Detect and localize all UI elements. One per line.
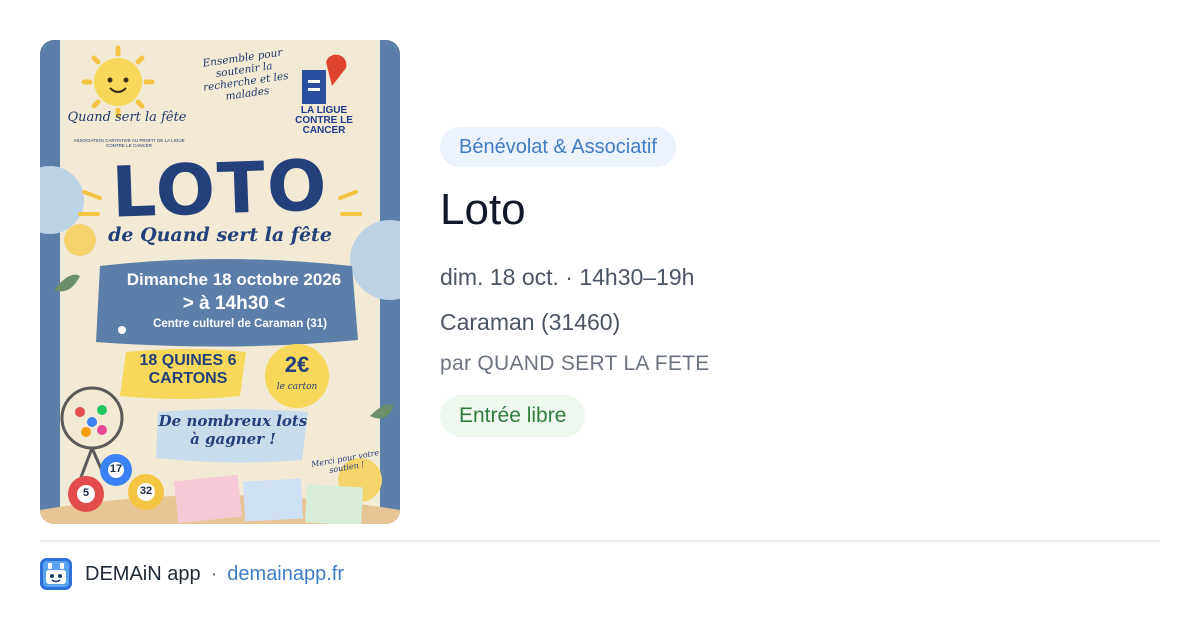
- poster-tagline: Ensemble pour soutenir la recherche et l…: [201, 46, 290, 103]
- poster-prizes: De nombreux lots à gagner !: [158, 412, 308, 448]
- event-title: Loto: [440, 185, 526, 234]
- poster-partner-logo-text: LA LIGUE CONTRE LE CANCER: [295, 105, 353, 136]
- price-badge: Entrée libre: [440, 395, 586, 437]
- poster-ball-number: 32: [139, 485, 153, 497]
- poster-date: Dimanche 18 octobre 2026: [126, 270, 342, 289]
- footer-separator: ·: [210, 562, 218, 585]
- app-name: DEMAiN app: [85, 562, 201, 585]
- footer: DEMAiN app · demainapp.fr: [40, 558, 344, 590]
- poster-time: > à 14h30 <: [182, 293, 286, 314]
- poster-thanks: Merci pour votre soutien !: [310, 448, 380, 475]
- footer-divider: [40, 540, 1160, 542]
- poster-ball-number: 5: [82, 487, 90, 499]
- app-logo-icon: [40, 558, 72, 590]
- poster-price: 2€: [284, 352, 310, 377]
- poster-association-sub: ASSOCIATION CARITATIVE AU PROFIT DE LA L…: [73, 138, 185, 148]
- category-badge[interactable]: Bénévolat & Associatif: [440, 127, 676, 167]
- event-datetime: dim. 18 oct. · 14h30–19h: [440, 264, 695, 290]
- event-organizer: par QUAND SERT LA FETE: [440, 352, 710, 375]
- poster-subtitle: de Quand sert la fête: [108, 224, 332, 246]
- event-poster-image[interactable]: Quand sert la fête ASSOCIATION CARITATIV…: [40, 40, 400, 524]
- app-website-link[interactable]: demainapp.fr: [227, 563, 344, 586]
- poster-quines: 18 QUINES 6 CARTONS: [139, 352, 237, 387]
- poster-place: Centre culturel de Caraman (31): [153, 318, 327, 330]
- poster-price-unit: le carton: [276, 382, 318, 392]
- poster-association-name: Quand sert la fête: [67, 110, 187, 125]
- poster-ball-number: 17: [109, 463, 123, 475]
- poster-title: LOTO: [110, 144, 330, 234]
- event-location: Caraman (31460): [440, 309, 621, 335]
